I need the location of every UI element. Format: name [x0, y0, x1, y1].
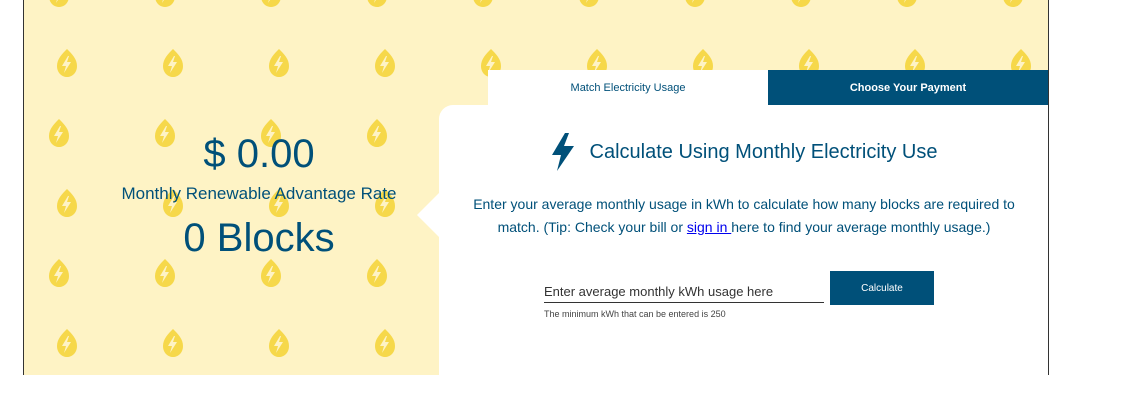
- leaf-bolt-icon: [162, 48, 184, 78]
- rate-label: Monthly Renewable Advantage Rate: [121, 184, 397, 203]
- leaf-bolt-icon: [896, 0, 918, 8]
- tab-bar: Match Electricity Usage Choose Your Paym…: [488, 70, 1048, 105]
- description-text-end: here to find your average monthly usage.…: [731, 219, 991, 235]
- tab-choose-your-payment[interactable]: Choose Your Payment: [768, 70, 1048, 105]
- leaf-bolt-icon: [154, 0, 176, 8]
- leaf-bolt-icon: [366, 0, 388, 8]
- lightning-bolt-icon: [551, 133, 574, 171]
- leaf-bolt-icon: [48, 0, 70, 8]
- card-pointer: [417, 193, 439, 237]
- leaf-bolt-icon: [374, 328, 396, 358]
- leaf-bolt-icon: [374, 48, 396, 78]
- leaf-bolt-icon: [790, 0, 812, 8]
- leaf-bolt-icon: [154, 258, 176, 288]
- blocks-count: 0 Blocks: [183, 216, 335, 260]
- tab-match-electricity-usage[interactable]: Match Electricity Usage: [488, 70, 768, 105]
- leaf-bolt-icon: [260, 258, 282, 288]
- calculator-card: Calculate Using Monthly Electricity Use …: [417, 105, 1048, 375]
- leaf-bolt-icon: [268, 48, 290, 78]
- leaf-bolt-icon: [56, 328, 78, 358]
- leaf-bolt-icon: [366, 258, 388, 288]
- kwh-usage-input[interactable]: [544, 280, 824, 303]
- leaf-bolt-icon: [56, 188, 78, 218]
- sign-in-link[interactable]: sign in: [687, 219, 731, 235]
- minimum-kwh-hint: The minimum kWh that can be entered is 2…: [544, 309, 726, 319]
- leaf-bolt-icon: [684, 0, 706, 8]
- leaf-bolt-icon: [162, 328, 184, 358]
- leaf-bolt-icon: [1002, 0, 1024, 8]
- calculate-button[interactable]: Calculate: [830, 271, 934, 305]
- leaf-bolt-icon: [48, 258, 70, 288]
- card-title: Calculate Using Monthly Electricity Use: [589, 140, 938, 163]
- rate-panel: $ 0.00 Monthly Renewable Advantage Rate …: [23, 0, 1049, 375]
- leaf-bolt-icon: [56, 48, 78, 78]
- card-header: Calculate Using Monthly Electricity Use: [439, 133, 1048, 171]
- card-description: Enter your average monthly usage in kWh …: [459, 193, 1029, 239]
- leaf-bolt-icon: [472, 0, 494, 8]
- leaf-bolt-icon: [268, 328, 290, 358]
- leaf-bolt-icon: [578, 0, 600, 8]
- leaf-bolt-icon: [48, 118, 70, 148]
- monthly-amount: $ 0.00: [203, 132, 315, 176]
- rate-summary: $ 0.00 Monthly Renewable Advantage Rate …: [84, 130, 434, 262]
- leaf-bolt-icon: [260, 0, 282, 8]
